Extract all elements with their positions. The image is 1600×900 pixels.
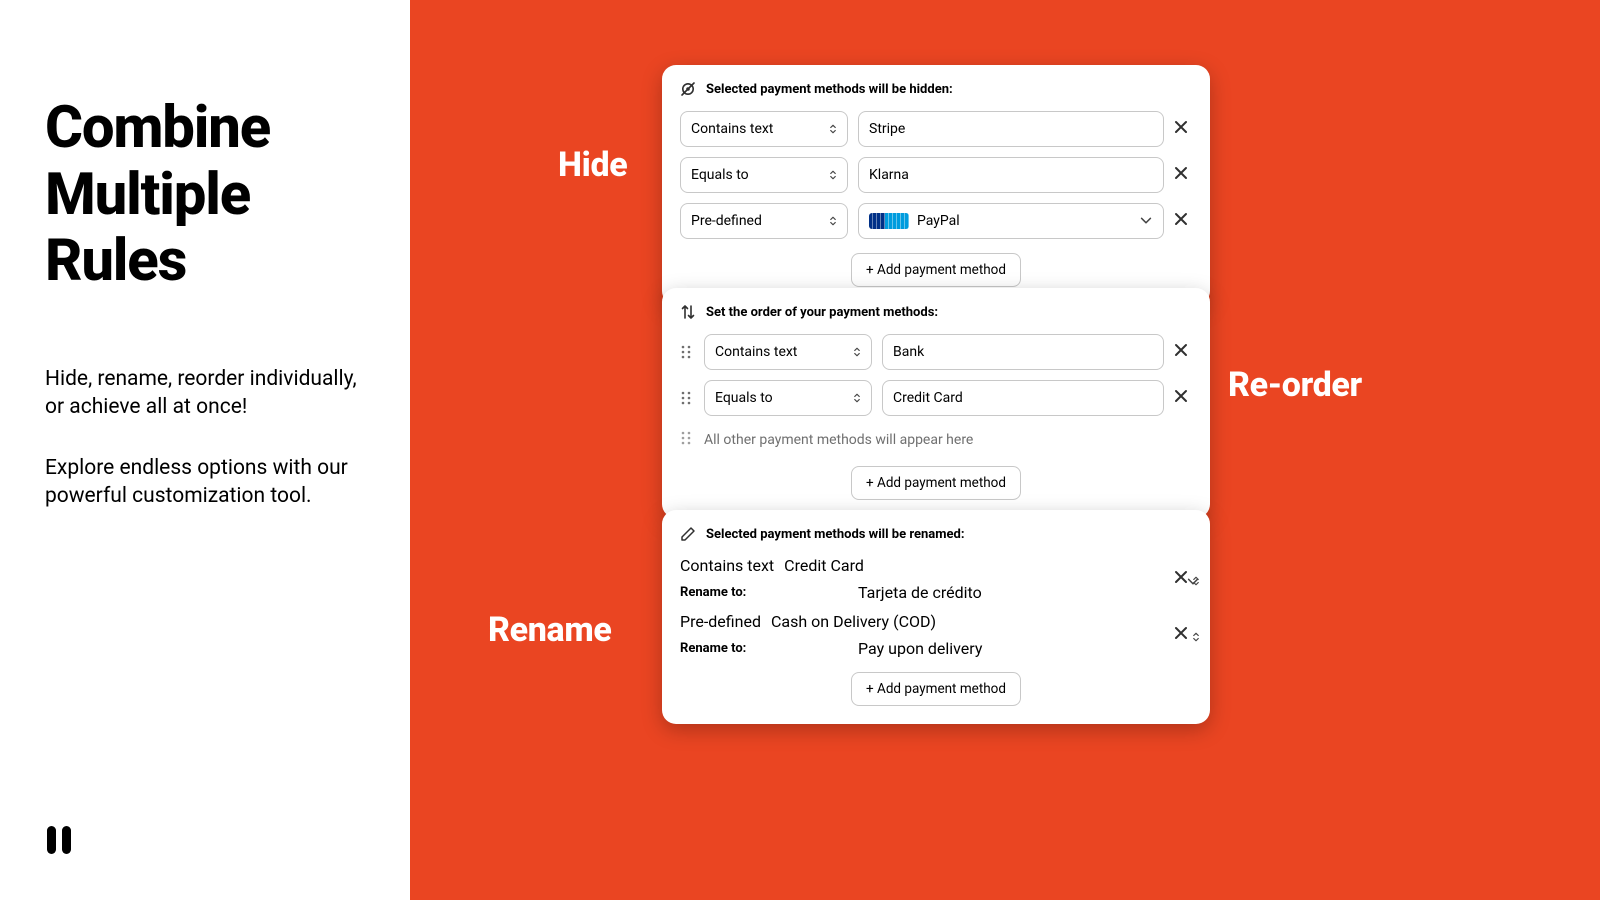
reorder-row: Equals to Credit Card [680,380,1192,416]
remove-row-button[interactable] [1174,120,1192,138]
condition-select[interactable]: Contains text [680,111,848,147]
select-value: Pre-defined [691,213,762,229]
value-select[interactable]: PayPal [858,203,1164,239]
reorder-icon [680,304,696,320]
card-title: Selected payment methods will be hidden: [706,82,953,97]
rename-to-label: Rename to: [680,641,848,656]
remove-row-button[interactable] [1174,166,1192,184]
sort-icon [827,215,839,227]
select-value: Contains text [691,121,773,137]
headline-line: Multiple [45,161,250,229]
chevron-down-icon [1186,575,1200,589]
field-value: Bank [893,344,924,360]
hide-row: Pre-defined PayPal [680,203,1192,239]
rename-to-input[interactable]: Tarjeta de crédito [858,583,982,602]
condition-select[interactable]: Pre-defined [680,203,848,239]
rename-row: Contains text Credit Card Rename to: Tar… [680,556,1192,602]
add-payment-method-button[interactable]: + Add payment method [851,466,1021,500]
sub-copy-1: Hide, rename, reorder individually, or a… [45,365,365,422]
sort-icon [851,346,863,358]
card-hide: Selected payment methods will be hidden:… [662,65,1210,305]
tag-rename: Rename [488,610,611,650]
sort-icon [1190,631,1202,643]
value-input[interactable]: Klarna [858,157,1164,193]
card-reorder: Set the order of your payment methods: C… [662,288,1210,518]
card-title: Selected payment methods will be renamed… [706,527,965,542]
hide-row: Contains text Stripe [680,111,1192,147]
select-value: Credit Card [784,556,864,575]
field-value: Cash on Delivery (COD) [771,612,936,631]
rename-to-input[interactable]: Pay upon delivery [858,639,982,658]
condition-select[interactable]: Contains text [704,334,872,370]
reorder-ghost-row: All other payment methods will appear he… [680,426,1192,452]
remove-row-button[interactable] [1174,212,1192,230]
value-input[interactable]: Credit Card [882,380,1164,416]
brand-logo [45,822,365,860]
ghost-row-text: All other payment methods will appear he… [704,432,973,448]
reorder-row: Contains text Bank [680,334,1192,370]
remove-row-button[interactable] [1174,343,1192,361]
select-value: Equals to [715,390,773,406]
pencil-icon [680,526,696,542]
add-payment-method-button[interactable]: + Add payment method [851,253,1021,287]
condition-select[interactable]: Equals to [704,380,872,416]
card-rename: Selected payment methods will be renamed… [662,510,1210,724]
add-payment-method-button[interactable]: + Add payment method [851,672,1021,706]
select-value: Contains text [680,556,774,575]
rename-to-label: Rename to: [680,585,848,600]
remove-row-button[interactable] [1174,389,1192,407]
rename-row: Pre-defined Cash on Delivery (COD) Renam… [680,612,1192,658]
drag-handle-icon[interactable] [680,390,694,406]
drag-handle-icon [680,430,692,450]
condition-select[interactable]: Contains text [680,556,774,575]
sort-icon [827,169,839,181]
sort-icon [851,392,863,404]
condition-select[interactable]: Pre-defined [680,612,761,631]
value-input[interactable]: Bank [882,334,1164,370]
field-value: Pay upon delivery [858,639,982,658]
select-value: Pre-defined [680,612,761,631]
select-value: Equals to [691,167,749,183]
field-value: Stripe [869,121,905,137]
headline: Combine Multiple Rules [45,95,365,295]
showcase-area: Hide Re-order Rename Selected payment me… [410,0,1600,900]
value-select[interactable]: Credit Card [784,556,864,575]
marketing-sidebar: Combine Multiple Rules Hide, rename, reo… [0,0,410,900]
condition-select[interactable]: Equals to [680,157,848,193]
eye-off-icon [680,81,696,97]
paypal-icon [869,213,909,229]
field-value: Tarjeta de crédito [858,583,982,602]
drag-handle-icon[interactable] [680,344,694,360]
value-input[interactable]: Stripe [858,111,1164,147]
sort-icon [827,123,839,135]
field-value: Credit Card [893,390,963,406]
headline-line: Combine [45,94,270,162]
select-value: Contains text [715,344,797,360]
hide-row: Equals to Klarna [680,157,1192,193]
headline-line: Rules [45,227,186,295]
card-title: Set the order of your payment methods: [706,305,938,320]
sub-copy-2: Explore endless options with our powerfu… [45,454,365,511]
value-input[interactable]: Cash on Delivery (COD) [771,612,936,631]
chevron-down-icon [1139,214,1153,228]
tag-reorder: Re-order [1228,365,1362,405]
select-value: PayPal [917,213,960,229]
tag-hide: Hide [558,145,627,185]
field-value: Klarna [869,167,909,183]
